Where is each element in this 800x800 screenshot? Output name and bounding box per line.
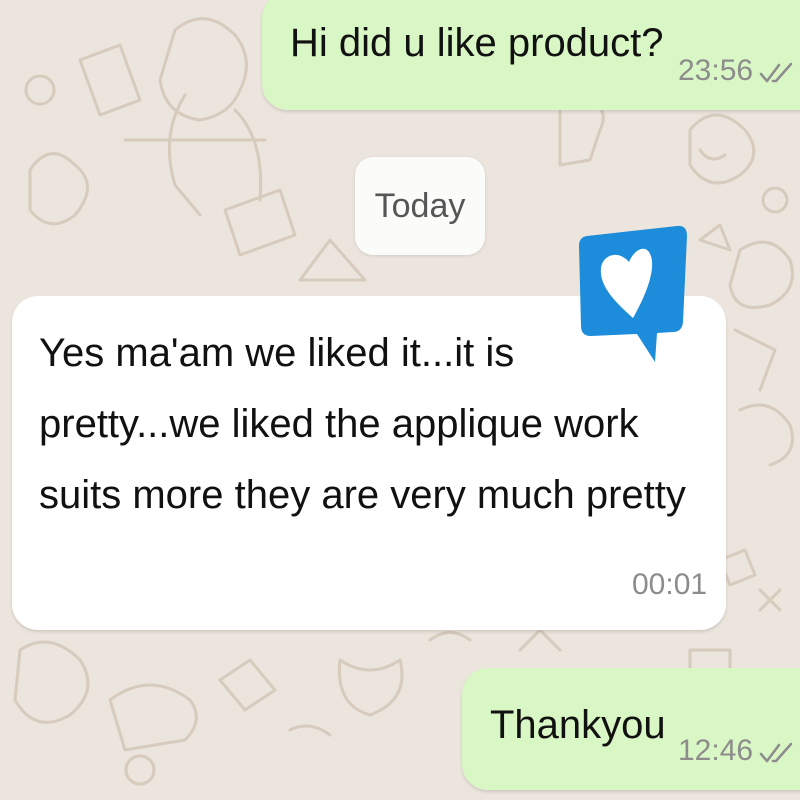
- message-timestamp: 23:56: [678, 54, 754, 87]
- message-line: pretty...we liked the applique work: [39, 402, 639, 447]
- message-text: Thankyou: [490, 703, 666, 747]
- double-check-icon: [759, 62, 793, 83]
- outgoing-message-bubble[interactable]: Hi did u like product? 23:56: [262, 0, 800, 110]
- message-meta: 12:46: [678, 734, 793, 768]
- message-text: Hi did u like product?: [290, 21, 664, 65]
- message-timestamp: 12:46: [678, 734, 754, 767]
- message-line: suits more they are very much pretty: [39, 473, 686, 518]
- heart-speech-bubble-icon: [579, 225, 687, 362]
- double-check-icon: [759, 742, 793, 763]
- date-separator-chip: Today: [355, 157, 485, 255]
- message-timestamp: 00:01: [632, 568, 708, 601]
- date-separator-label: Today: [374, 186, 466, 225]
- message-meta: 23:56: [678, 54, 793, 88]
- outgoing-message-bubble[interactable]: Thankyou 12:46: [462, 668, 800, 790]
- message-meta: 00:01: [632, 568, 707, 602]
